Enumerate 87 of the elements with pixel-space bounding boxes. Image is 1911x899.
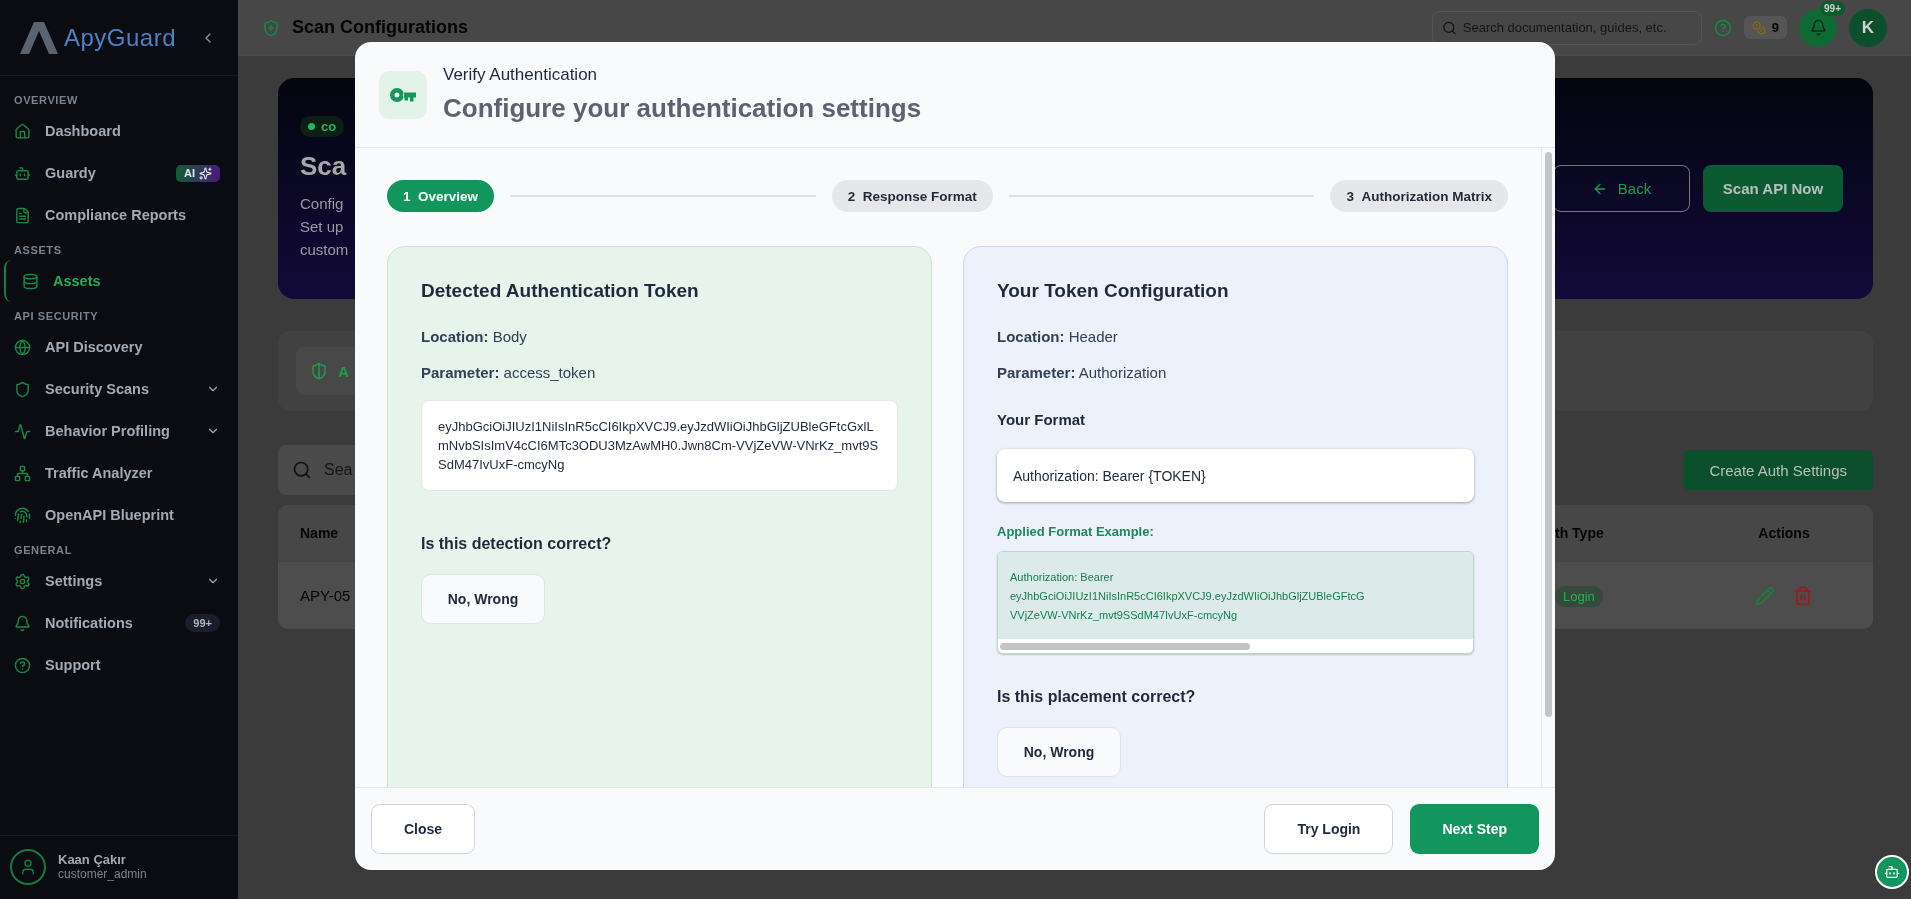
delete-icon[interactable]: [1793, 585, 1813, 606]
dialog-title: Verify Authentication: [443, 65, 599, 85]
status-badge: co: [300, 116, 345, 137]
column-header: Name: [300, 525, 339, 541]
globe-icon: [14, 338, 31, 356]
search-icon: [1441, 20, 1457, 35]
format-label: Your Format: [997, 411, 1087, 428]
brand-name: ApyGuard: [64, 23, 177, 52]
field-text: Location: Body: [421, 328, 528, 345]
user-name: Kaan Çakır: [58, 852, 127, 867]
sparkle-icon: [199, 166, 212, 180]
search-icon: [292, 460, 312, 480]
logo-icon: [20, 19, 58, 56]
sidebar-item[interactable]: Settings: [0, 560, 234, 602]
pulse-icon: [14, 422, 31, 440]
robot-icon: [1884, 864, 1900, 880]
sidebar-item[interactable]: Assets: [4, 260, 234, 302]
sidebar-item[interactable]: OpenAPI Blueprint: [0, 494, 234, 536]
scan-button[interactable]: Scan API Now: [1703, 165, 1843, 212]
user-icon: [19, 857, 37, 876]
card-title: Your Token Configuration: [997, 280, 1230, 302]
example-label: Applied Format Example:: [997, 524, 1155, 539]
shield-icon: [310, 362, 328, 380]
shield-icon: [14, 380, 31, 398]
bell-icon: [1809, 19, 1827, 36]
sidebar-item[interactable]: Security Scans: [0, 368, 234, 410]
sidebar-item[interactable]: Dashboard: [0, 110, 234, 152]
scrollbar[interactable]: [1545, 152, 1552, 717]
sidebar-item[interactable]: Guardy AI: [0, 152, 234, 194]
format-text: Authorization: Bearer {TOKEN}: [997, 449, 1474, 502]
table-cell: APY-05: [300, 586, 351, 604]
create-button[interactable]: Create Auth Settings: [1683, 450, 1873, 490]
edit-icon[interactable]: [1755, 585, 1775, 606]
dialog-subtitle: Configure your authentication settings: [443, 93, 922, 124]
help-icon[interactable]: [1713, 18, 1732, 37]
step-pill[interactable]: 3 Authorization Matrix: [1330, 180, 1508, 212]
column-header: Actions: [1758, 525, 1810, 541]
next-step-button[interactable]: Next Step: [1410, 804, 1539, 854]
token-text: eyJhbGciOiJIUzI1NiIsInR5cCI6IkpXVCJ9.eyJzdWIiOiJhbGljZUBleGFtcGxlLmNvbSIsImV4cCI6MTc3ODU3MzAwMH0.Jwn8Cm-VVjZeVW-VNrKz_mvt9SSdM47IvUxF-cmcyNg: [421, 400, 898, 491]
shield-icon: [262, 18, 280, 37]
bell-icon: [14, 614, 31, 632]
network-icon: [14, 464, 31, 482]
chat-button[interactable]: [1875, 855, 1909, 889]
field-text: Location: Header: [997, 328, 1119, 345]
key-icon: [390, 87, 416, 102]
count-badge: 99+: [185, 614, 220, 632]
help-icon: [14, 656, 31, 674]
sidebar-item[interactable]: API Discovery: [0, 326, 234, 368]
question-text: Is this placement correct?: [997, 688, 1197, 706]
auth-type-tag: Login: [1555, 585, 1603, 607]
field-text: Parameter: access_token: [421, 364, 597, 381]
user-avatar[interactable]: K: [1849, 8, 1887, 47]
sidebar-item[interactable]: Traffic Analyzer: [0, 452, 234, 494]
field-text: Parameter: Authorization: [997, 364, 1168, 381]
section-title: OVERVIEW: [13, 93, 79, 108]
document-icon: [14, 206, 31, 224]
column-header: th Type: [1555, 525, 1604, 541]
credits-badge: 9: [1743, 16, 1787, 39]
settings-icon: [14, 572, 31, 590]
step-pill[interactable]: 1 Overview: [387, 180, 495, 212]
database-icon: [22, 272, 39, 290]
wrong-button[interactable]: No, Wrong: [421, 574, 545, 624]
scrollbar[interactable]: [1000, 643, 1250, 650]
ai-badge: AI: [176, 164, 220, 182]
sidebar-item[interactable]: Behavior Profiling: [0, 410, 234, 452]
close-button[interactable]: Close: [371, 804, 476, 854]
section-title: API SECURITY: [13, 309, 100, 324]
banner-title: Sca: [300, 151, 348, 182]
robot-icon: [14, 164, 31, 182]
card-title: Detected Authentication Token: [421, 280, 700, 302]
section-title: GENERAL: [13, 543, 73, 558]
step-pill[interactable]: 2 Response Format: [831, 180, 993, 212]
sidebar-item[interactable]: Support: [0, 644, 234, 686]
banner-description: Config Set up custom: [300, 194, 349, 260]
fingerprint-icon: [14, 506, 31, 524]
sidebar-item[interactable]: Notifications 99+: [0, 602, 234, 644]
section-title: ASSETS: [13, 243, 63, 258]
coins-icon: [1751, 20, 1766, 35]
page-title: Scan Configurations: [292, 17, 469, 38]
notification-count: 99+: [1820, 0, 1845, 16]
sidebar-item[interactable]: Compliance Reports: [0, 194, 234, 236]
home-icon: [14, 122, 31, 140]
wrong-button[interactable]: No, Wrong: [997, 727, 1121, 777]
question-text: Is this detection correct?: [421, 535, 613, 553]
user-role: customer_admin: [58, 867, 147, 881]
try-login-button[interactable]: Try Login: [1264, 804, 1394, 854]
example-text: Authorization: Bearer eyJhbGciOiJIUzI1NiIsInR5cCI6IkpXVCJ9.eyJzdWIiOiJhbGljZUBleGFtcG VVjZeVW-VNrKz_mvt9SSdM47IvUxF-cmcyNg: [998, 552, 1473, 639]
